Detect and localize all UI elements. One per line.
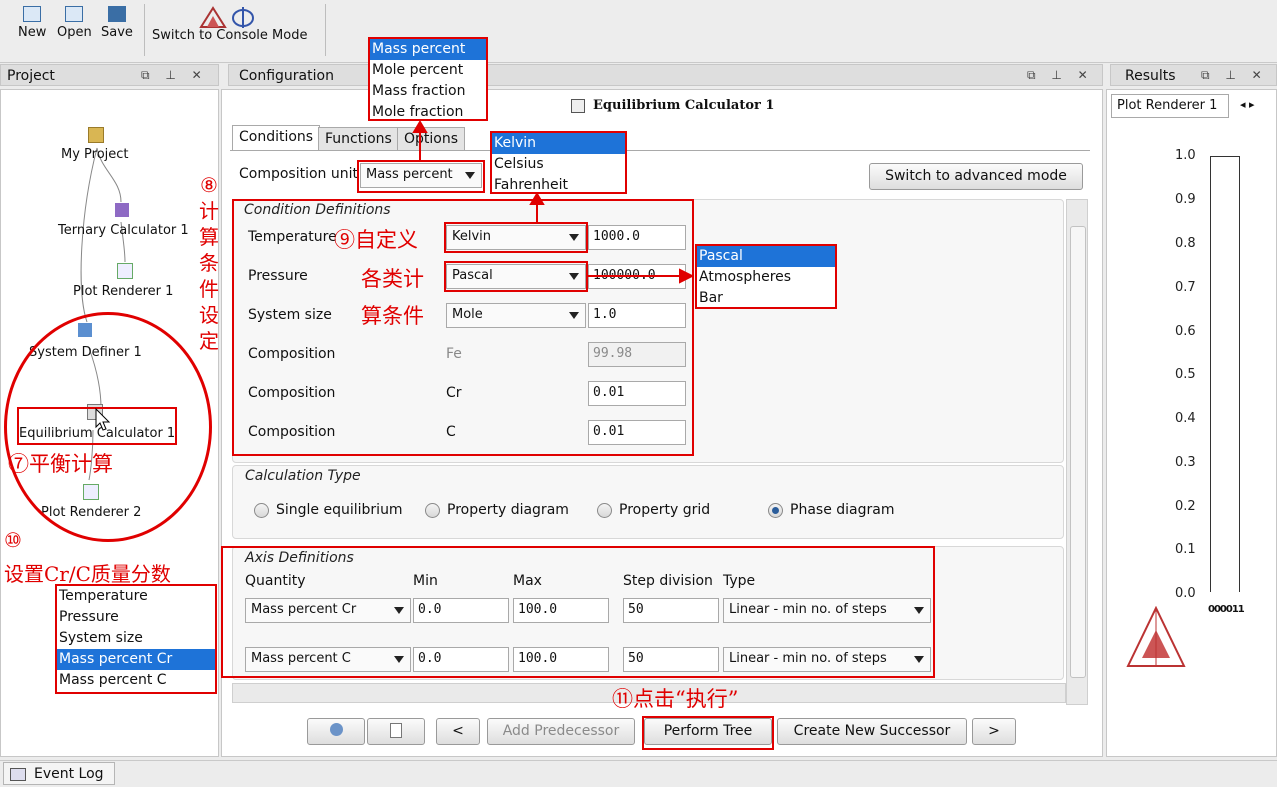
annotation-9-line3: 算条件: [361, 304, 424, 328]
annotation-10: 设置Cr/C质量分数: [4, 562, 171, 586]
annotation-8: ⑧ 计 算 条 件 设 定: [199, 173, 219, 353]
annotation-9: ⑨自定义: [334, 228, 418, 252]
annotation-7: ⑦平衡计算: [8, 452, 113, 476]
annotation-10-number: ⑩: [4, 528, 22, 552]
annotation-9-line2: 各类计: [361, 267, 424, 291]
annotation-11: ⑪点击“执行”: [612, 687, 739, 711]
mouse-cursor-icon: [95, 408, 111, 431]
annotation-arrows: [412, 120, 695, 284]
